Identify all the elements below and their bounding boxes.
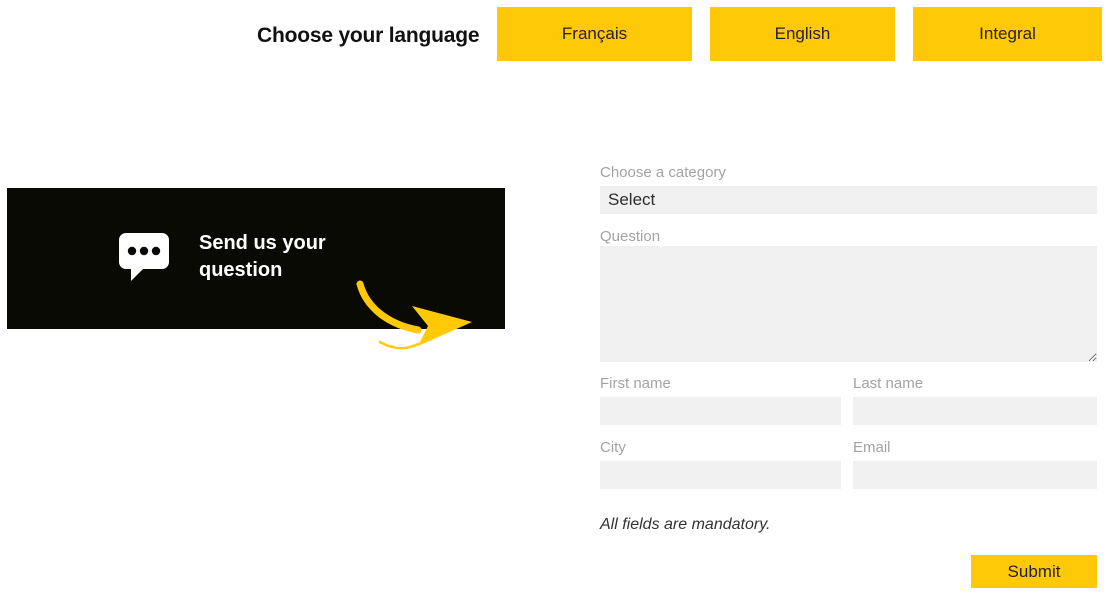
language-button-integral[interactable]: Integral	[913, 7, 1102, 61]
first-name-input[interactable]	[600, 397, 841, 425]
language-button-francais[interactable]: Français	[497, 7, 692, 61]
last-name-label: Last name	[853, 375, 924, 392]
banner-title: Send us your question	[199, 232, 326, 281]
first-name-label: First name	[600, 375, 671, 392]
category-select[interactable]: Select	[600, 186, 1097, 214]
curved-arrow-icon	[356, 280, 472, 350]
city-label: City	[600, 439, 626, 456]
email-input[interactable]	[853, 461, 1097, 489]
contact-page: Choose your language Français English In…	[0, 0, 1106, 593]
language-button-english[interactable]: English	[710, 7, 895, 61]
mandatory-note: All fields are mandatory.	[600, 516, 771, 533]
page-title: Choose your language	[257, 24, 480, 47]
submit-button[interactable]: Submit	[971, 555, 1097, 588]
last-name-input[interactable]	[853, 397, 1097, 425]
city-input[interactable]	[600, 461, 841, 489]
question-textarea[interactable]	[600, 246, 1097, 362]
question-label: Question	[600, 228, 661, 245]
speech-bubble-icon	[119, 233, 169, 281]
email-label: Email	[853, 439, 891, 456]
category-label: Choose a category	[600, 164, 726, 181]
